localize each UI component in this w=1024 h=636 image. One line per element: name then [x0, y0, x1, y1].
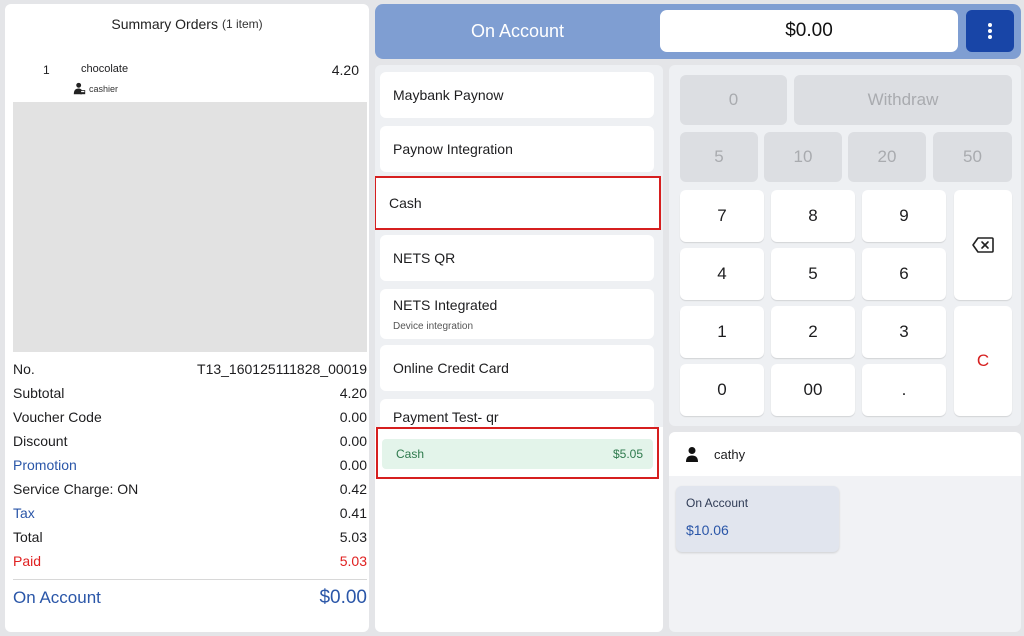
customer-header[interactable]: cathy: [669, 432, 1021, 476]
method-nets-qr[interactable]: NETS QR: [380, 235, 654, 281]
summary-row-paid: Paid 5.03: [13, 549, 367, 573]
cashier-icon: [73, 82, 86, 95]
summary-label: Subtotal: [13, 385, 65, 401]
summary-row-no: No. T13_160125111828_00019: [13, 357, 367, 381]
summary-label: Discount: [13, 433, 68, 449]
payment-header: On Account $0.00: [375, 4, 1021, 59]
payment-method-title: On Account: [470, 21, 565, 41]
order-item-staff-label: cashier: [89, 83, 119, 94]
method-online-credit-card[interactable]: Online Credit Card: [380, 345, 654, 391]
summary-row-discount: Discount 0.00: [13, 429, 367, 453]
key-0[interactable]: 0: [680, 364, 764, 416]
customer-name: cathy: [714, 446, 746, 462]
key-5[interactable]: 5: [771, 248, 855, 300]
withdraw-button[interactable]: Withdraw: [794, 75, 1012, 125]
key-1[interactable]: 1: [680, 306, 764, 358]
summary-value: 0.00: [339, 409, 367, 425]
key-3[interactable]: 3: [862, 306, 946, 358]
order-item-row[interactable]: 1 chocolate 4.20 cashier: [13, 52, 367, 102]
summary-value: 4.20: [339, 385, 367, 401]
summary-value: 5.03: [339, 529, 367, 545]
customer-account-label: On Account: [686, 496, 749, 510]
quick-amount-20[interactable]: 20: [848, 132, 926, 182]
summary-label: Service Charge: ON: [13, 481, 139, 497]
order-list: 1 chocolate 4.20 cashier: [13, 52, 367, 352]
on-account-balance-label: On Account: [13, 588, 101, 607]
summary-label: Voucher Code: [13, 409, 102, 425]
key-4[interactable]: 4: [680, 248, 764, 300]
customer-account-balance: $10.06: [686, 522, 729, 538]
more-menu-button[interactable]: [966, 10, 1014, 52]
method-label: NETS Integrated: [393, 296, 498, 313]
summary-label: Paid: [13, 553, 42, 569]
payment-methods-list: Maybank Paynow Paynow Integration Cash N…: [375, 65, 663, 632]
backspace-button[interactable]: [954, 190, 1012, 300]
more-vertical-icon: [988, 23, 992, 39]
summary-value: 5.03: [339, 553, 367, 569]
key-9[interactable]: 9: [862, 190, 946, 242]
quick-amount-5[interactable]: 5: [680, 132, 758, 182]
quick-amount-10[interactable]: 10: [764, 132, 842, 182]
keypad: 0 Withdraw 5 10 20 50 7 8 9 4 5 6 1 2 3 …: [669, 65, 1021, 426]
summary-panel: Summary Orders (1 item) 1 chocolate 4.20…: [5, 4, 369, 632]
summary-value: 0.00: [339, 433, 367, 449]
key-00[interactable]: 00: [771, 364, 855, 416]
key-2[interactable]: 2: [771, 306, 855, 358]
method-label: Online Credit Card: [393, 360, 509, 376]
order-item-staff: cashier: [73, 82, 118, 95]
customer-on-account-card[interactable]: On Account $10.06: [676, 486, 839, 552]
method-label: Payment Test- qr: [393, 409, 499, 425]
summary-label: Total: [13, 529, 43, 545]
applied-payment-row: Cash $5.05: [382, 439, 653, 469]
summary-value: 0.42: [339, 481, 367, 497]
summary-label[interactable]: Tax: [13, 505, 35, 521]
method-label: Cash: [389, 195, 422, 211]
key-6[interactable]: 6: [862, 248, 946, 300]
key-7[interactable]: 7: [680, 190, 764, 242]
method-label: Maybank Paynow: [393, 87, 504, 103]
method-label: NETS QR: [393, 250, 456, 266]
amount-input[interactable]: $0.00: [660, 10, 958, 52]
summary-item-count: (1 item): [221, 17, 263, 31]
summary-value: 0.41: [339, 505, 367, 521]
key-8[interactable]: 8: [771, 190, 855, 242]
on-account-balance-value: $0.00: [319, 587, 367, 608]
summary-label[interactable]: Promotion: [13, 457, 77, 473]
summary-value: T13_160125111828_00019: [197, 361, 367, 377]
summary-totals: No. T13_160125111828_00019 Subtotal 4.20…: [13, 357, 367, 580]
backspace-icon: [972, 237, 994, 253]
order-item-qty: 1: [43, 63, 50, 77]
method-paynow-integration[interactable]: Paynow Integration: [380, 126, 654, 172]
order-item-price: 4.20: [331, 62, 359, 78]
method-maybank-paynow[interactable]: Maybank Paynow: [380, 72, 654, 118]
summary-row-promotion[interactable]: Promotion 0.00: [13, 453, 367, 477]
quick-amount-50[interactable]: 50: [933, 132, 1012, 182]
method-note: Device integration: [393, 320, 474, 332]
applied-payment-cash[interactable]: Cash $5.05: [376, 427, 659, 479]
summary-row-tax[interactable]: Tax 0.41: [13, 501, 367, 525]
summary-row-total: Total 5.03: [13, 525, 367, 549]
summary-divider: [13, 579, 367, 580]
summary-title-bar: Summary Orders (1 item): [5, 4, 369, 44]
customer-panel: cathy On Account $10.06: [669, 432, 1021, 632]
order-item-name: chocolate: [81, 63, 129, 75]
summary-value: 0.00: [339, 457, 367, 473]
method-nets-integrated[interactable]: NETS Integrated Device integration: [380, 289, 654, 339]
summary-row-subtotal: Subtotal 4.20: [13, 381, 367, 405]
method-label: Paynow Integration: [393, 141, 513, 157]
quick-amount-0[interactable]: 0: [680, 75, 787, 125]
clear-button[interactable]: C: [954, 306, 1012, 416]
summary-title: Summary Orders: [111, 16, 218, 32]
key-decimal[interactable]: .: [862, 364, 946, 416]
summary-label: No.: [13, 361, 35, 377]
applied-payment-amount: $5.05: [612, 447, 643, 461]
applied-payment-method: Cash: [396, 447, 425, 461]
method-cash[interactable]: Cash: [375, 176, 661, 230]
summary-row-voucher: Voucher Code 0.00: [13, 405, 367, 429]
summary-row-service-charge: Service Charge: ON 0.42: [13, 477, 367, 501]
on-account-balance: On Account $0.00: [13, 587, 367, 609]
user-icon: [680, 442, 704, 466]
